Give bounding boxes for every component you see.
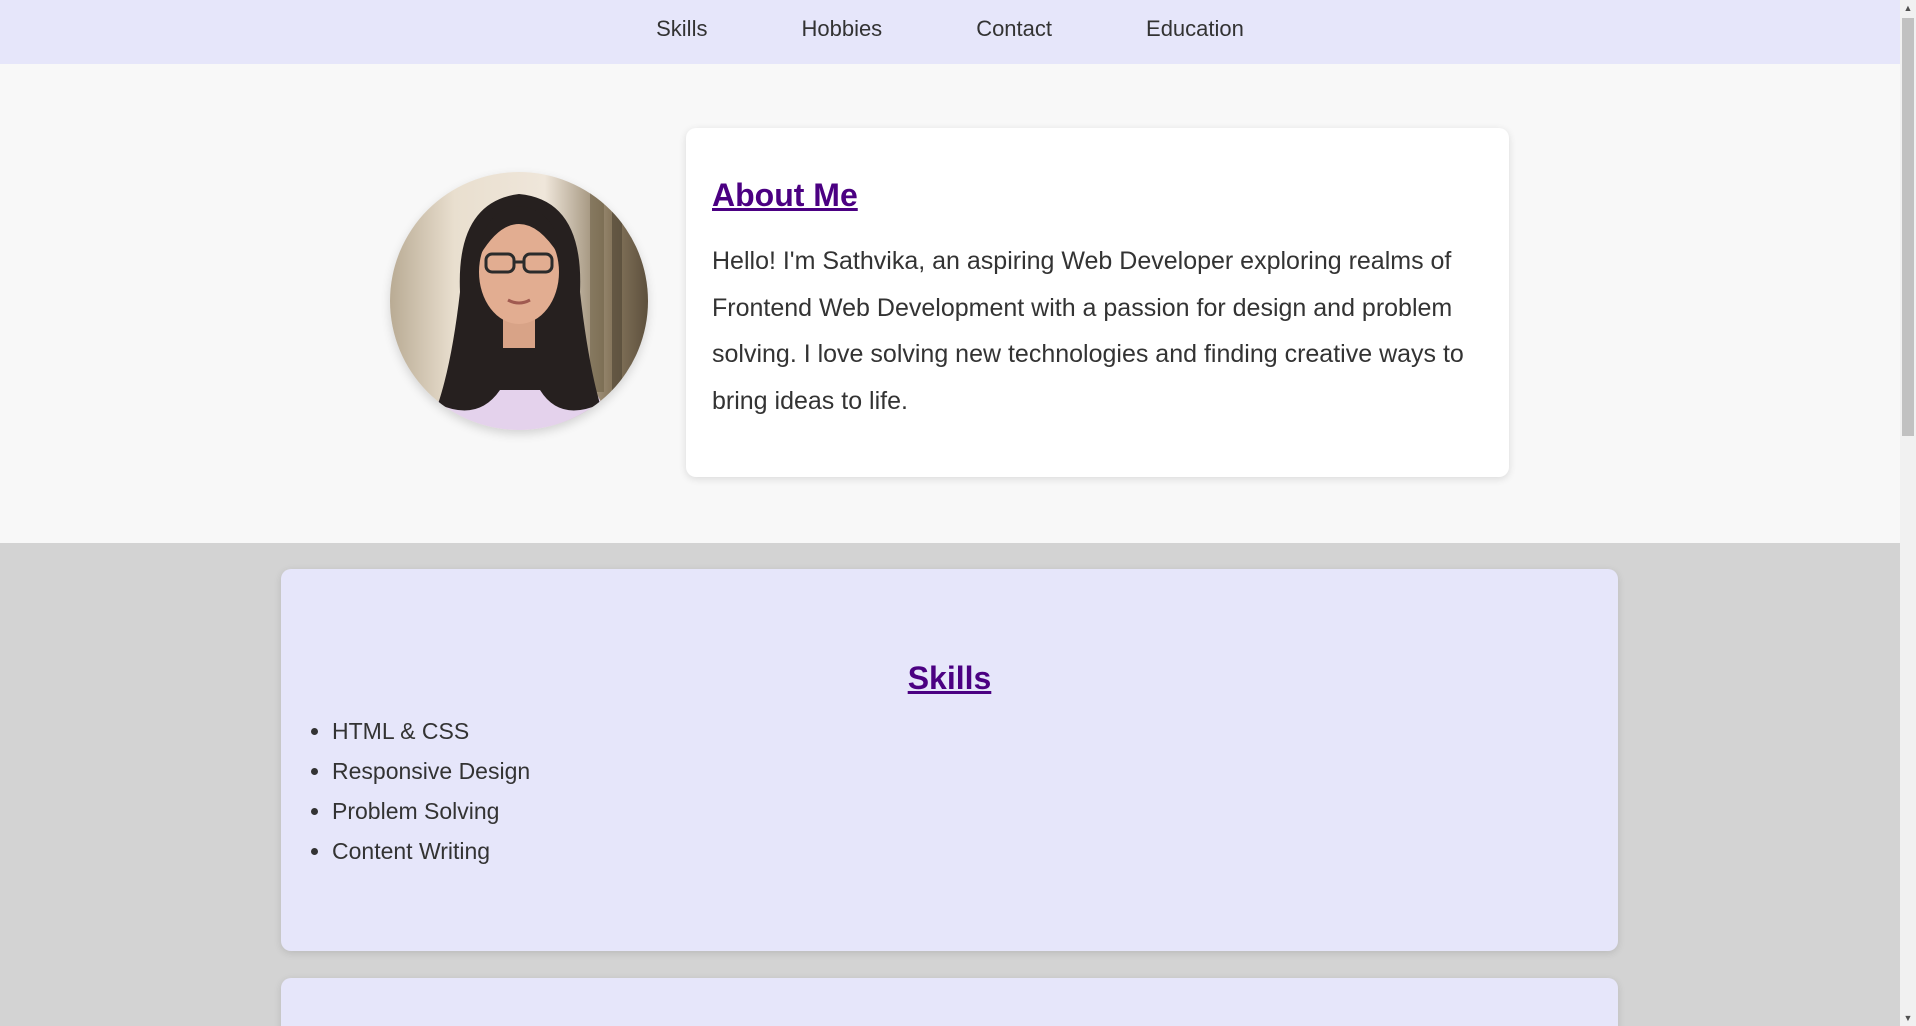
page: Skills Hobbies Contact Education About M… bbox=[0, 0, 1900, 1026]
skill-item: Responsive Design bbox=[332, 751, 1618, 791]
scroll-up-arrow-icon[interactable]: ▲ bbox=[1900, 0, 1916, 16]
vertical-scrollbar[interactable]: ▲ ▼ bbox=[1900, 0, 1916, 1026]
skill-item: Problem Solving bbox=[332, 791, 1618, 831]
top-nav: Skills Hobbies Contact Education bbox=[0, 0, 1900, 64]
nav-link-contact[interactable]: Contact bbox=[976, 0, 1052, 61]
nav-link-hobbies[interactable]: Hobbies bbox=[801, 0, 882, 61]
next-section-card bbox=[281, 978, 1618, 1026]
about-heading[interactable]: About Me bbox=[712, 176, 1483, 214]
profile-photo bbox=[390, 172, 648, 430]
nav-link-education[interactable]: Education bbox=[1146, 0, 1244, 61]
scroll-down-arrow-icon[interactable]: ▼ bbox=[1900, 1010, 1916, 1026]
skills-heading[interactable]: Skills bbox=[281, 659, 1618, 697]
about-text: Hello! I'm Sathvika, an aspiring Web Dev… bbox=[712, 247, 1464, 415]
about-card: About Me Hello! I'm Sathvika, an aspirin… bbox=[686, 128, 1509, 477]
about-section: About Me Hello! I'm Sathvika, an aspirin… bbox=[0, 64, 1900, 543]
skill-item: Content Writing bbox=[332, 831, 1618, 871]
nav-link-skills[interactable]: Skills bbox=[656, 0, 707, 61]
scrollbar-thumb[interactable] bbox=[1902, 18, 1914, 436]
skills-list: HTML & CSS Responsive Design Problem Sol… bbox=[281, 711, 1618, 871]
skills-card: Skills HTML & CSS Responsive Design Prob… bbox=[281, 569, 1618, 951]
skill-item: HTML & CSS bbox=[332, 711, 1618, 751]
